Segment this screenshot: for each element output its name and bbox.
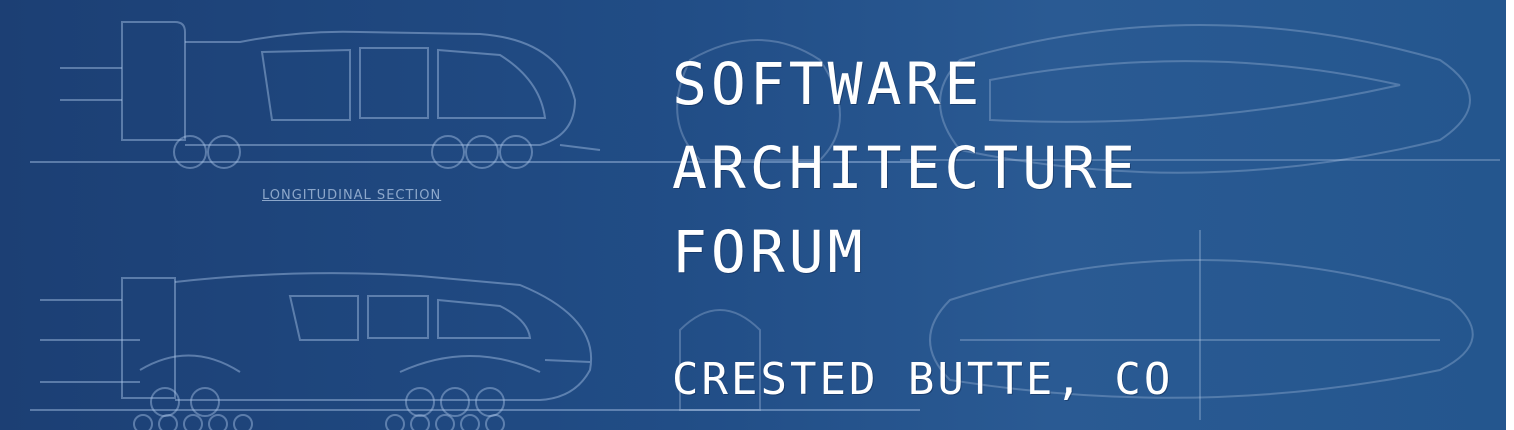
title-line-1: Software — [672, 50, 984, 118]
title-line-2: Architecture — [672, 134, 1140, 202]
blueprint-section-label: LONGITUDINAL SECTION — [262, 188, 442, 203]
location-text: Crested Butte, CO — [672, 354, 1174, 405]
forum-title: Software Architecture Forum — [672, 42, 1139, 294]
header-banner: LONGITUDINAL SECTION Software Architectu… — [0, 0, 1506, 430]
title-line-3: Forum — [672, 218, 867, 286]
right-edge-border — [1506, 0, 1514, 430]
